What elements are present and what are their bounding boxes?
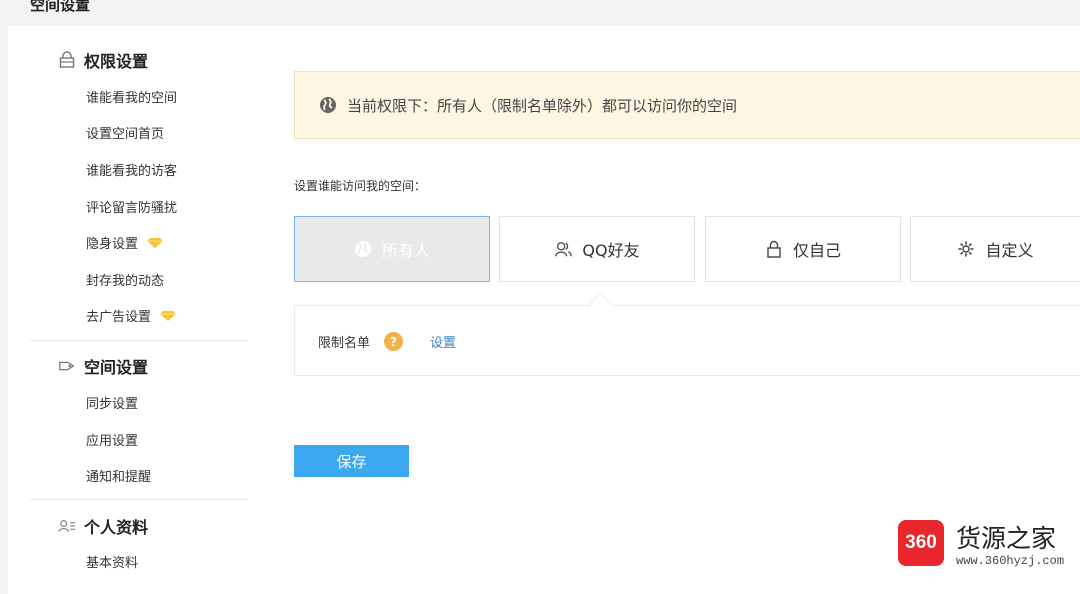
option-label: QQ好友 [582,241,640,260]
sidebar-item-who-can-view[interactable]: 谁能看我的空间 [86,87,177,106]
sidebar-item-archive-feed[interactable]: 封存我的动态 [86,270,164,289]
vip-diamond-icon [159,310,177,322]
top-bar: 空间设置 [0,0,1080,26]
notice-text: 当前权限下：所有人（限制名单除外）都可以访问你的空间 [347,96,738,115]
save-button[interactable]: 保存 [294,445,409,477]
option-everyone[interactable]: 所有人 [294,216,490,282]
sidebar-item-label: 隐身设置 [86,237,139,252]
sidebar-item-label: 评论留言防骚扰 [86,201,178,216]
watermark-url: www.360hyzj.com [956,554,1065,568]
sidebar-group-permissions: 权限设置 [58,48,148,72]
option-label: 所有人 [381,241,430,260]
watermark-logo: 360 [898,520,944,566]
globe-icon [354,240,372,258]
help-icon[interactable]: ? [384,332,403,351]
sidebar-item-label: 设置空间首页 [86,127,165,142]
sidebar-item-anti-harass[interactable]: 评论留言防骚扰 [86,197,177,216]
sidebar-item-label: 应用设置 [86,434,139,449]
option-label: 自定义 [985,241,1034,260]
sidebar-item-apps[interactable]: 应用设置 [86,430,138,449]
blacklist-panel [294,305,1080,376]
sidebar-item-label: 基本资料 [86,556,139,571]
lock-icon [58,51,76,69]
option-only-me[interactable]: 仅自己 [705,216,901,282]
sidebar-item-remove-ads[interactable]: 去广告设置 [86,306,177,325]
option-custom[interactable]: 自定义 [910,216,1080,282]
blacklist-label: 限制名单 [318,336,371,351]
sidebar-item-label: 通知和提醒 [86,470,152,485]
watermark-title: 货源之家 [956,524,1057,553]
lock-icon [765,240,783,258]
sidebar-item-label: 谁能看我的访客 [86,164,178,179]
sidebar-item-basic-profile[interactable]: 基本资料 [86,552,138,571]
blacklist-settings-link[interactable]: 设置 [430,332,456,351]
access-label: 设置谁能访问我的空间： [294,179,427,193]
sidebar-item-label: 去广告设置 [86,310,152,325]
gear-icon [957,240,975,258]
friends-icon [554,240,573,258]
option-label: 仅自己 [792,241,841,260]
sidebar-group-space: 空间设置 [58,354,148,378]
settings-panel: 权限设置 谁能看我的空间 设置空间首页 谁能看我的访客 评论留言防骚扰 隐身设置… [8,26,1080,594]
profile-list-icon [58,517,76,535]
space-tag-icon [58,357,76,375]
sidebar-item-label: 封存我的动态 [86,274,165,289]
sidebar-item-space-home[interactable]: 设置空间首页 [86,123,164,142]
sidebar-divider [30,340,248,341]
sidebar-item-invisible[interactable]: 隐身设置 [86,233,164,252]
sidebar-group-title: 个人资料 [84,518,149,537]
globe-icon [319,96,337,114]
sidebar-item-label: 同步设置 [86,397,139,412]
sidebar-item-visitors[interactable]: 谁能看我的访客 [86,160,177,179]
sidebar-item-sync[interactable]: 同步设置 [86,393,138,412]
sidebar-group-title: 空间设置 [84,358,149,377]
sidebar-item-label: 谁能看我的空间 [86,91,178,106]
option-qq-friends[interactable]: QQ好友 [499,216,695,282]
sidebar-item-notifications[interactable]: 通知和提醒 [86,466,151,485]
sidebar-group-profile: 个人资料 [58,514,148,538]
vip-diamond-icon [146,237,164,249]
sidebar-divider [30,499,248,500]
sidebar-group-title: 权限设置 [84,52,149,71]
permission-notice: 当前权限下：所有人（限制名单除外）都可以访问你的空间 [294,71,1080,139]
page-title: 空间设置 [30,0,91,14]
